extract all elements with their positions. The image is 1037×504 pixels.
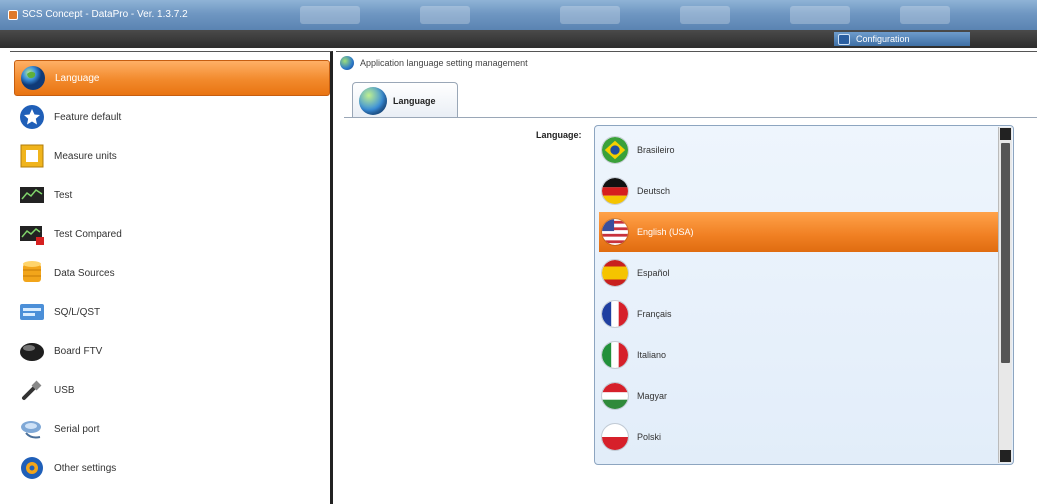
- database-icon: [23, 261, 41, 282]
- app-icon: [8, 9, 18, 20]
- sidebar-item-label: Language: [55, 72, 100, 84]
- globe-icon: [340, 56, 354, 70]
- sidebar-item-label: Other settings: [54, 462, 117, 474]
- scroll-down-arrow-icon[interactable]: [1000, 450, 1011, 462]
- sidebar-item-serial-port[interactable]: Serial port: [14, 411, 330, 447]
- sidebar-item-board-ftv[interactable]: Board FTV: [14, 333, 330, 369]
- globe-icon: [21, 66, 45, 90]
- window-title-text: SCS Concept - DataPro - Ver. 1.3.7.2: [22, 9, 188, 20]
- language-list[interactable]: Brasileiro Deutsch English (USA) Español…: [594, 125, 1014, 465]
- language-option-italiano[interactable]: Italiano: [599, 335, 999, 375]
- scroll-up-arrow-icon[interactable]: [1000, 128, 1011, 140]
- title-bar: SCS Concept - DataPro - Ver. 1.3.7.2: [0, 0, 1037, 30]
- sidebar-item-other-settings[interactable]: Other settings: [14, 450, 330, 486]
- language-field-label: Language:: [536, 130, 582, 140]
- configuration-button[interactable]: Configuration: [834, 32, 970, 46]
- language-option-espanol[interactable]: Español: [599, 253, 999, 293]
- sidebar-item-sql-qst[interactable]: SQ/L/QST: [14, 294, 330, 330]
- language-name: Polski: [637, 432, 662, 442]
- sidebar-item-label: USB: [54, 384, 75, 396]
- sidebar-item-label: Data Sources: [54, 267, 115, 279]
- sidebar-item-label: Test Compared: [54, 228, 122, 240]
- serial-port-icon: [21, 421, 41, 439]
- monitor-icon: [20, 187, 44, 203]
- sql-icon: [20, 304, 44, 320]
- window-title: SCS Concept - DataPro - Ver. 1.3.7.2: [8, 9, 188, 20]
- globe-icon: [359, 86, 387, 115]
- usb-icon: [22, 380, 42, 400]
- germany-flag-icon: [601, 177, 629, 205]
- ruler-frame-icon: [20, 144, 44, 168]
- poland-flag-icon: [601, 423, 629, 451]
- language-name: English (USA): [637, 227, 694, 237]
- language-option-magyar[interactable]: Magyar: [599, 376, 999, 416]
- language-name: Español: [637, 268, 670, 278]
- gear-icon: [21, 457, 43, 479]
- usa-flag-icon: [601, 218, 629, 246]
- france-flag-icon: [601, 300, 629, 328]
- breadcrumb-text: Application language setting management: [360, 58, 528, 68]
- sidebar-item-data-sources[interactable]: Data Sources: [14, 255, 330, 291]
- sidebar-item-feature-default[interactable]: Feature default: [14, 99, 330, 135]
- board-icon: [20, 343, 44, 361]
- language-name: Français: [637, 309, 672, 319]
- settings-sidebar: Language Feature default Measure units T…: [10, 51, 333, 504]
- sidebar-item-measure-units[interactable]: Measure units: [14, 138, 330, 174]
- language-list-scrollbar[interactable]: [998, 127, 1012, 463]
- language-option-polski[interactable]: Polski: [599, 417, 999, 457]
- sidebar-item-label: SQ/L/QST: [54, 306, 101, 318]
- sidebar-item-label: Test: [54, 189, 73, 201]
- language-option-brasileiro[interactable]: Brasileiro: [599, 130, 999, 170]
- italy-flag-icon: [601, 341, 629, 369]
- configuration-label: Configuration: [856, 34, 910, 44]
- sidebar-item-label: Board FTV: [54, 345, 103, 357]
- language-option-francais[interactable]: Français: [599, 294, 999, 334]
- spain-flag-icon: [601, 259, 629, 287]
- tab-divider: [344, 117, 1037, 118]
- sidebar-item-label: Serial port: [54, 423, 100, 435]
- language-name: Italiano: [637, 350, 667, 360]
- scroll-thumb[interactable]: [1001, 143, 1010, 363]
- main-content: Application language setting management …: [336, 51, 1037, 504]
- brazil-flag-icon: [601, 136, 629, 164]
- sidebar-item-label: Feature default: [54, 111, 122, 123]
- sidebar-item-test[interactable]: Test: [14, 177, 330, 213]
- configuration-icon: [838, 33, 850, 45]
- language-name: Deutsch: [637, 186, 671, 196]
- breadcrumb: Application language setting management: [340, 56, 528, 70]
- language-option-english-usa[interactable]: English (USA): [599, 212, 999, 252]
- sidebar-item-usb[interactable]: USB: [14, 372, 330, 408]
- language-option-deutsch[interactable]: Deutsch: [599, 171, 999, 211]
- tab-language[interactable]: Language: [352, 82, 458, 118]
- language-name: Brasileiro: [637, 145, 675, 155]
- tab-label: Language: [393, 95, 436, 106]
- sidebar-item-language[interactable]: Language: [14, 60, 330, 96]
- star-badge-icon: [20, 105, 44, 129]
- sidebar-item-label: Measure units: [54, 150, 117, 162]
- sidebar-item-test-compared[interactable]: Test Compared: [14, 216, 330, 252]
- hungary-flag-icon: [601, 382, 629, 410]
- language-name: Magyar: [637, 391, 668, 401]
- monitor-compare-icon: [20, 226, 44, 245]
